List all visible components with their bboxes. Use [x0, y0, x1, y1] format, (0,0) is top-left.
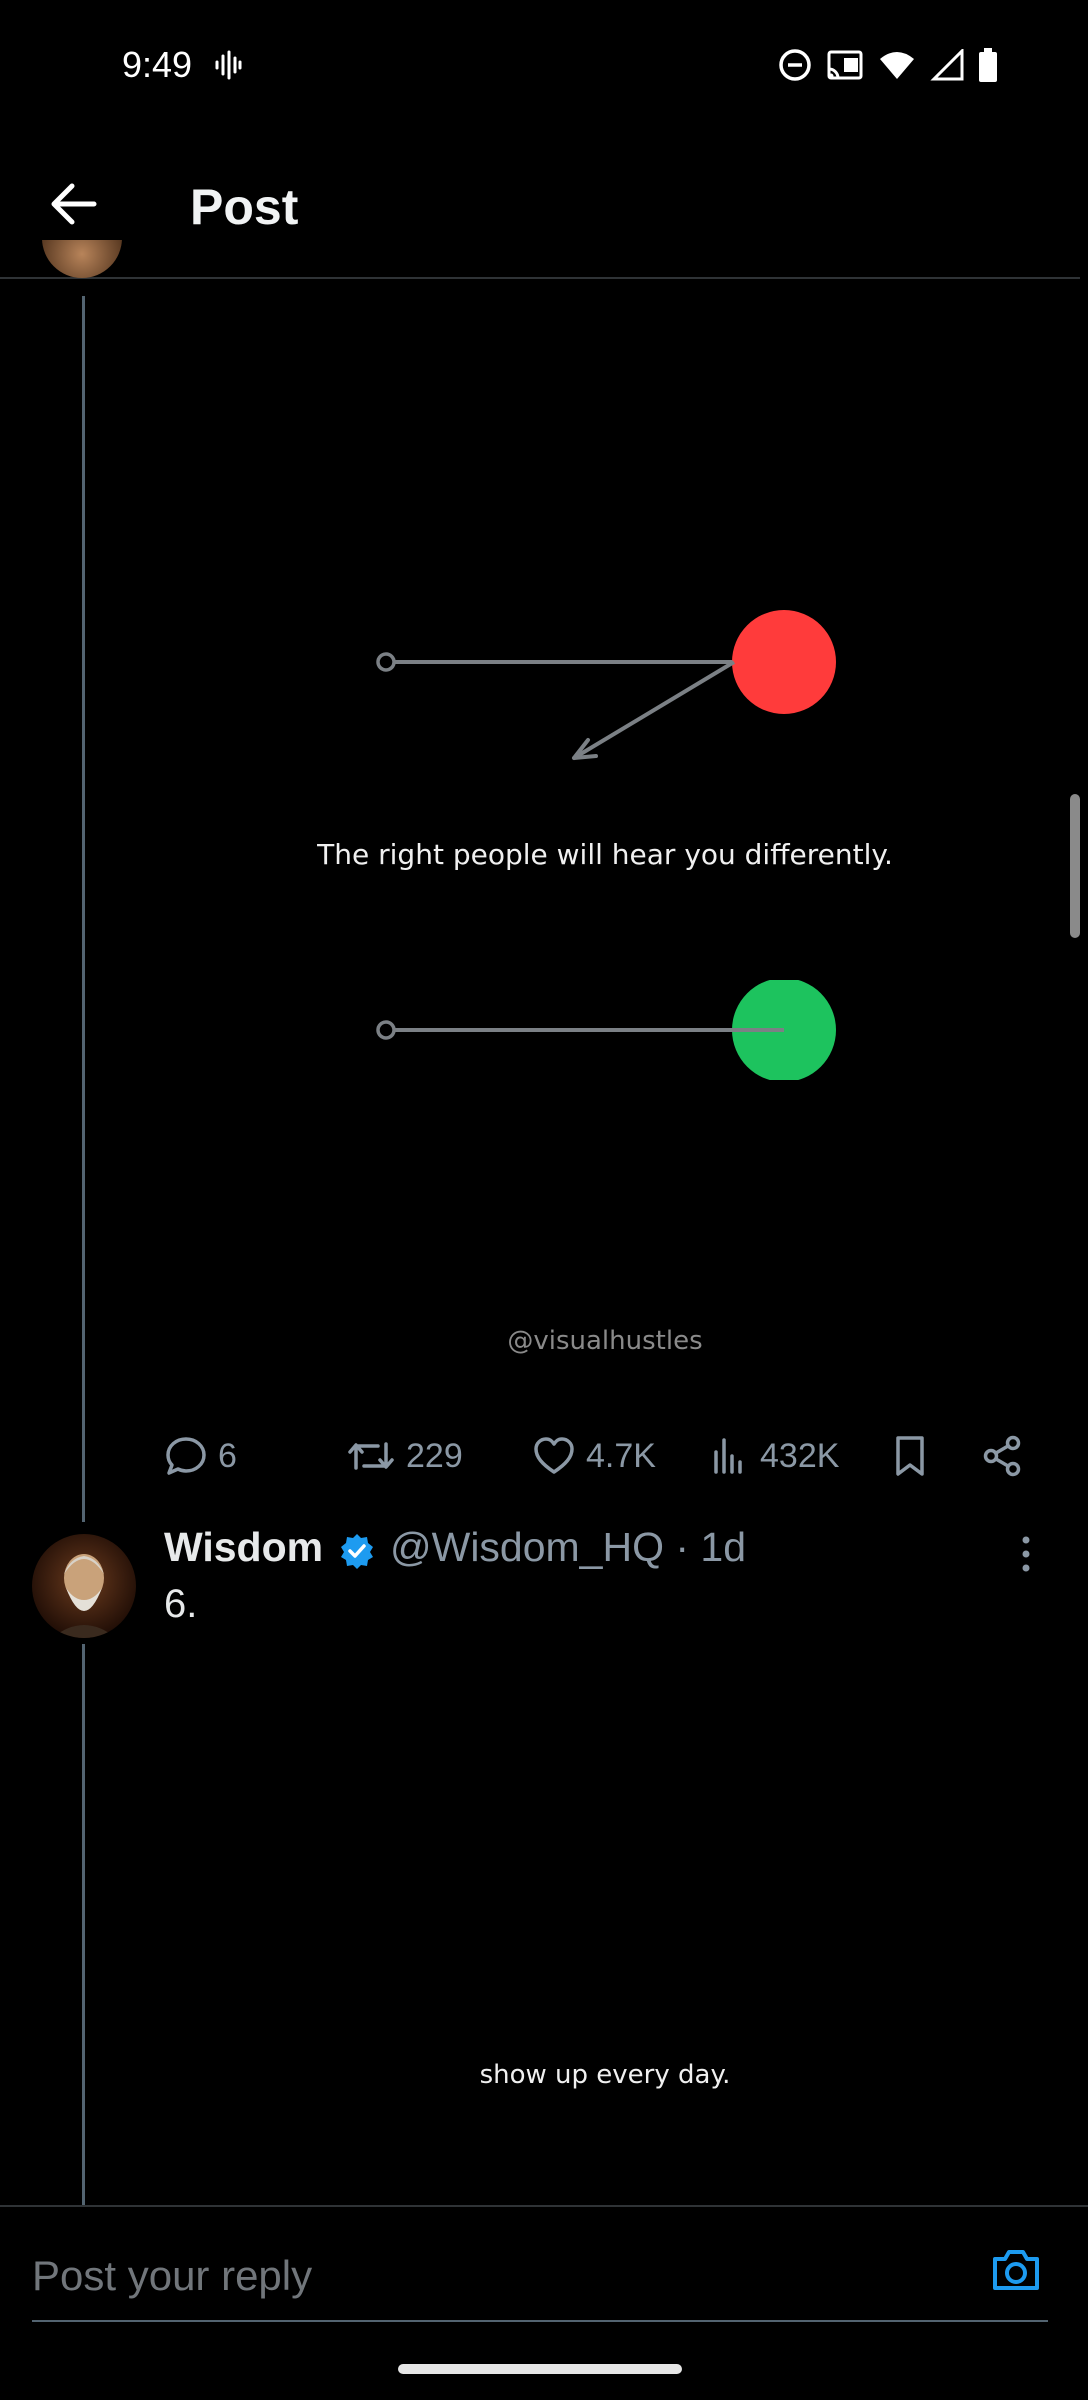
- verified-badge-icon: [338, 1532, 376, 1575]
- comment-icon: [166, 1437, 206, 1475]
- media-caption: The right people will hear you different…: [317, 838, 893, 871]
- diagram-aligned: [376, 980, 836, 1080]
- more-options-button[interactable]: [1010, 1530, 1042, 1578]
- reply-divider: [0, 2205, 1088, 2207]
- wifi-icon: [880, 52, 914, 79]
- post-media[interactable]: The right people will hear you different…: [150, 500, 1060, 1400]
- reply-count: 6: [218, 1436, 237, 1475]
- page-title: Post: [190, 179, 299, 235]
- like-button[interactable]: 4.7K: [532, 1424, 656, 1488]
- camera-icon: [993, 2250, 1039, 2290]
- battery-icon: [979, 48, 997, 82]
- previous-avatar: [42, 240, 122, 290]
- post-text: 6.: [164, 1582, 198, 1626]
- thread-line: [82, 1644, 85, 2205]
- analytics-icon: [714, 1438, 742, 1474]
- repost-icon: [348, 1442, 394, 1470]
- bookmark-button[interactable]: [890, 1424, 930, 1488]
- author-handle-time: @Wisdom_HQ · 1d: [390, 1524, 747, 1570]
- status-time: 9:49: [122, 44, 193, 85]
- header-divider: [0, 277, 1080, 279]
- home-indicator[interactable]: [398, 2364, 682, 2374]
- author-name[interactable]: Wisdom: [164, 1524, 323, 1571]
- share-button[interactable]: [980, 1424, 1024, 1488]
- sound-wave-icon: [214, 50, 242, 85]
- post-actions: 6 229 4.7K 432K: [164, 1424, 1034, 1488]
- do-not-disturb-icon: [779, 49, 811, 81]
- philosopher-avatar-icon: [32, 1534, 136, 1638]
- scrollbar[interactable]: [1070, 794, 1080, 938]
- diagram-deflected: [376, 610, 836, 760]
- red-dot: [732, 610, 836, 714]
- bookmark-icon: [896, 1436, 924, 1476]
- views-count: 432K: [760, 1436, 840, 1475]
- arrow-left-icon: [51, 183, 97, 225]
- views-button[interactable]: 432K: [710, 1424, 839, 1488]
- watermark: @visualhustles: [507, 1326, 703, 1356]
- reply-button[interactable]: 6: [164, 1424, 237, 1488]
- back-button[interactable]: [44, 174, 104, 234]
- reply-input[interactable]: [32, 2248, 952, 2304]
- status-icons: [778, 48, 998, 82]
- repost-count: 229: [406, 1436, 463, 1475]
- camera-button[interactable]: [990, 2244, 1042, 2300]
- repost-button[interactable]: 229: [346, 1424, 463, 1488]
- signal-icon: [930, 49, 964, 81]
- heart-icon: [534, 1437, 574, 1474]
- media-caption: show up every day.: [479, 2060, 731, 2090]
- more-vertical-icon: [1022, 1536, 1030, 1572]
- thread-line: [82, 296, 85, 1522]
- avatar[interactable]: [32, 1534, 136, 1638]
- like-count: 4.7K: [586, 1436, 656, 1475]
- share-icon: [983, 1435, 1021, 1477]
- cast-icon: [827, 50, 863, 80]
- reply-underline: [32, 2320, 1048, 2322]
